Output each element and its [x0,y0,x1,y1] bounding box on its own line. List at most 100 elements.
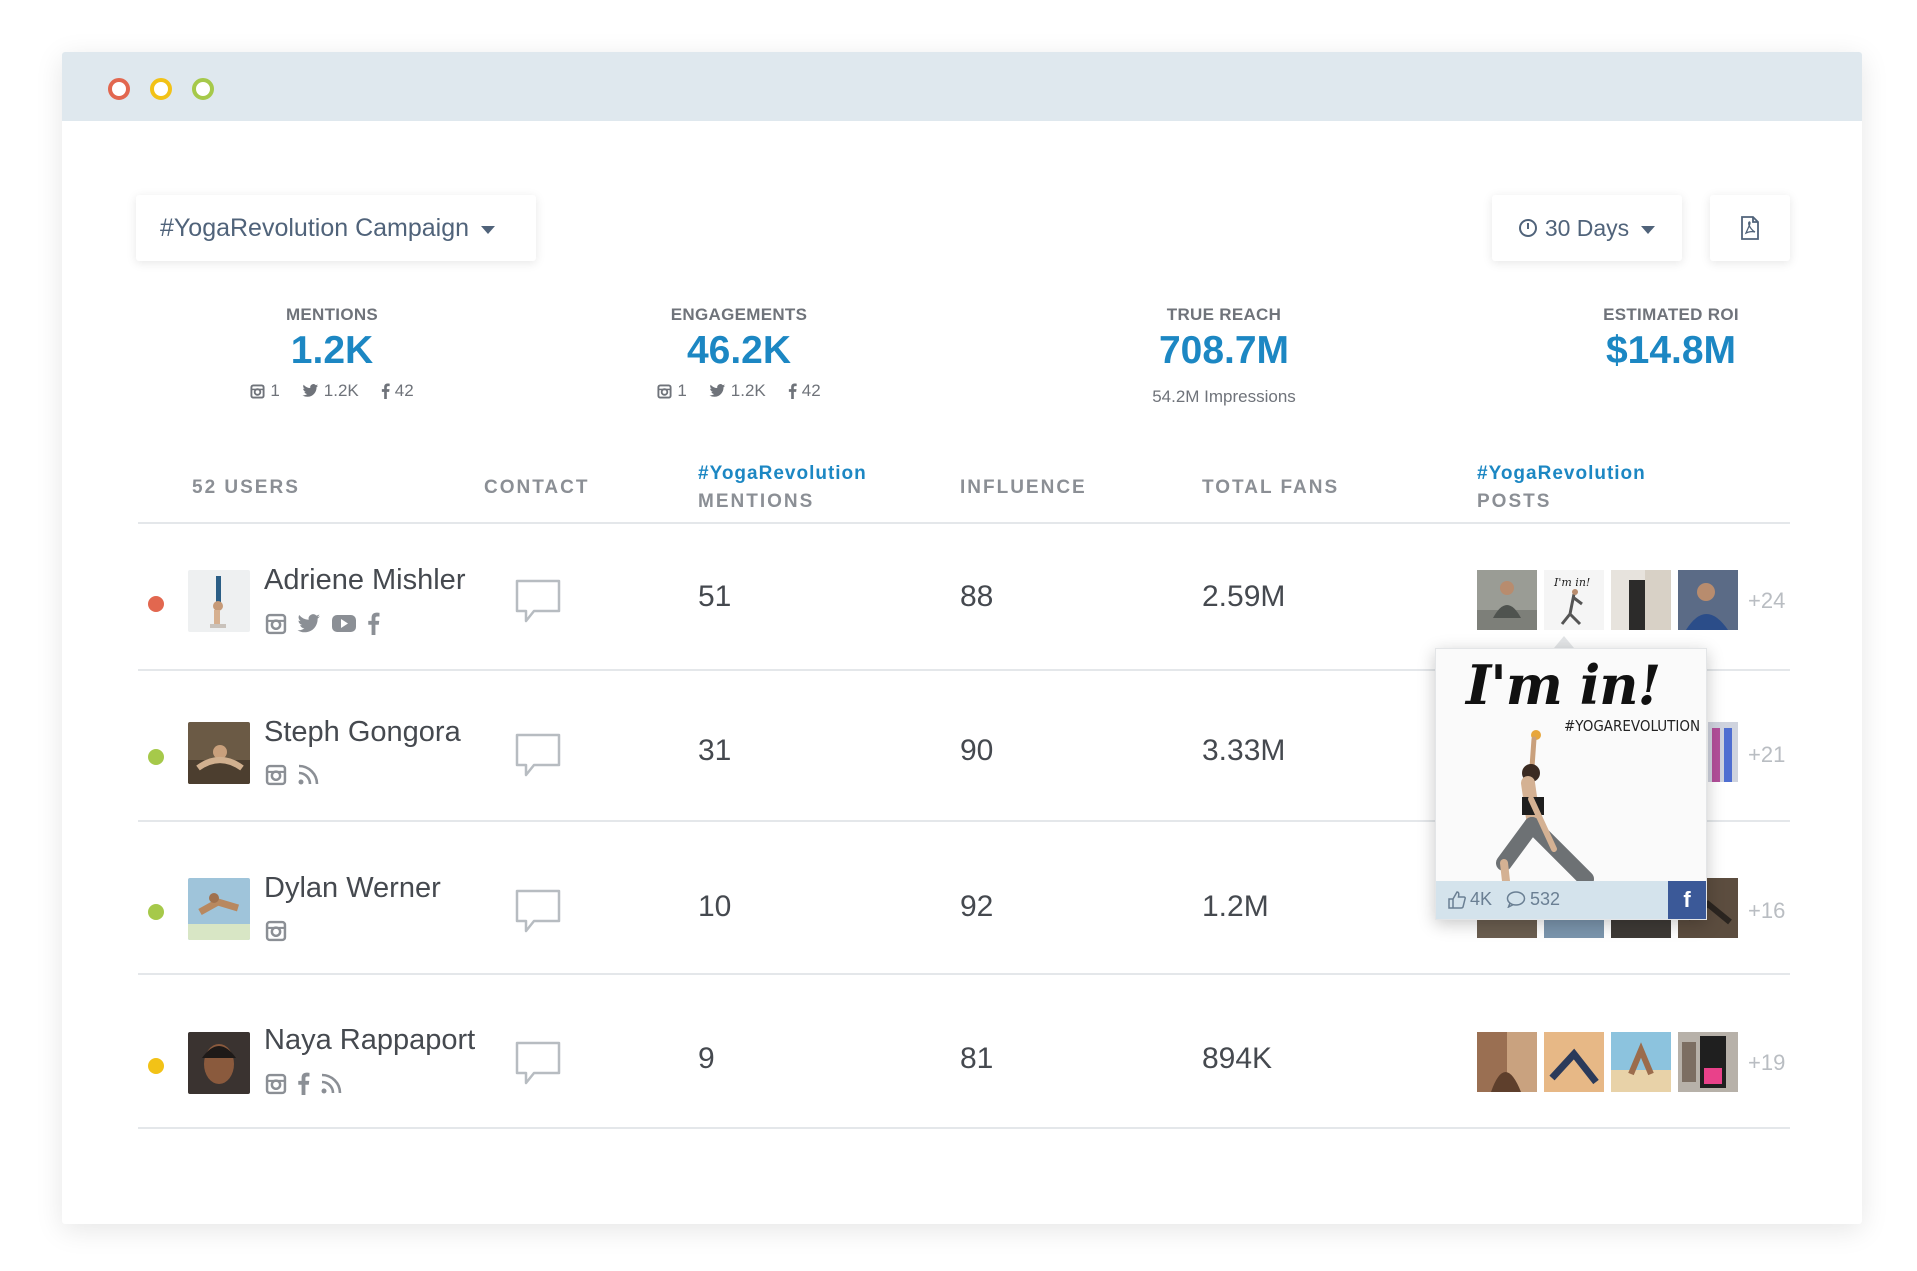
user-name[interactable]: Naya Rappaport [264,1024,475,1057]
influence-score: 90 [960,734,994,767]
export-pdf-button[interactable] [1710,195,1790,261]
rss-icon[interactable] [297,764,319,786]
instagram-icon[interactable] [265,1073,287,1095]
mentions-column-header[interactable]: #YogaRevolution MENTIONS [698,460,867,516]
date-range-dropdown[interactable]: 30 Days [1492,195,1682,261]
user-socials [265,764,319,786]
mentions-label: MENTIONS [698,491,815,512]
more-posts-count[interactable]: +16 [1748,898,1785,924]
instagram-count: 1 [270,381,280,400]
facebook-icon [788,383,797,399]
avatar[interactable] [188,878,250,940]
posts-column-header[interactable]: #YogaRevolution POSTS [1477,460,1646,516]
more-posts-count[interactable]: +24 [1748,588,1785,614]
post-thumbnail[interactable] [1477,1032,1537,1092]
twitter-count: 1.2K [730,381,766,400]
post-preview-popup[interactable]: I'm in! #YOGAREVOLUTION 4K 532 f [1435,648,1707,920]
posts-label: POSTS [1477,491,1552,512]
facebook-icon[interactable] [367,612,380,635]
rss-icon[interactable] [320,1073,342,1095]
avatar[interactable] [188,722,250,784]
stat-estimated-roi: ESTIMATED ROI $14.8M [1521,305,1821,373]
post-thumbnail[interactable] [1611,570,1671,630]
user-socials [265,1072,342,1095]
post-thumbnail[interactable] [1477,570,1537,630]
popup-engagement: 4K 532 [1448,889,1560,910]
facebook-count: 42 [394,381,414,400]
post-thumbnail[interactable] [1678,570,1738,630]
mentions-count: 31 [698,734,732,767]
chevron-down-icon [1641,225,1656,234]
popup-pointer [1554,636,1574,648]
instagram-icon[interactable] [265,920,287,942]
post-thumbnail[interactable] [1611,918,1671,938]
total-fans: 2.59M [1202,580,1286,613]
contact-speech-bubble-icon[interactable] [514,1040,562,1088]
stat-engagements: ENGAGEMENTS 46.2K 1 1.2K 42 [589,305,889,401]
mentions-count: 51 [698,580,732,613]
status-dot [148,596,164,612]
window-titlebar [62,52,1862,121]
post-thumbnail[interactable] [1477,918,1537,938]
twitter-icon[interactable] [297,613,321,634]
user-name[interactable]: Steph Gongora [264,716,461,749]
chevron-down-icon [481,225,496,234]
stat-value: 708.7M [1158,329,1290,372]
facebook-count: 42 [801,381,821,400]
instagram-count: 1 [677,381,687,400]
users-column-header[interactable]: 52 USERS [192,474,300,502]
influence-score: 81 [960,1042,994,1075]
status-dot [148,1058,164,1074]
user-name[interactable]: Dylan Werner [264,872,441,905]
row-divider [138,522,1790,524]
row-divider [138,1127,1790,1129]
contact-speech-bubble-icon[interactable] [514,888,562,936]
contact-speech-bubble-icon[interactable] [514,578,562,626]
post-thumbnail[interactable] [1544,918,1604,938]
status-dot [148,749,164,765]
stat-label: MENTIONS [285,305,379,324]
more-posts-count[interactable]: +21 [1748,742,1785,768]
campaign-label: #YogaRevolution Campaign [160,213,470,242]
facebook-icon[interactable]: f [1668,881,1706,919]
stat-true-reach: TRUE REACH 708.7M 54.2M Impressions [1074,305,1374,407]
post-thumbnail[interactable]: I'm in! [1544,570,1604,630]
yoga-figure [1496,730,1594,881]
thumbs-up-icon [1448,890,1466,909]
svg-text:I'm in!: I'm in! [1553,576,1590,589]
close-window-button[interactable] [108,78,130,100]
post-thumbnail[interactable] [1611,1032,1671,1092]
popup-image: I'm in! #YOGAREVOLUTION [1436,649,1706,881]
avatar[interactable] [188,570,250,632]
contact-column-header[interactable]: CONTACT [484,474,589,502]
stat-label: TRUE REACH [1166,305,1282,324]
post-thumbnail[interactable] [1678,1032,1738,1092]
post-thumbnail[interactable] [1708,722,1738,782]
twitter-icon [709,384,725,397]
avatar[interactable] [188,1032,250,1094]
maximize-window-button[interactable] [192,78,214,100]
clock-icon [1518,219,1537,237]
youtube-icon[interactable] [331,614,357,633]
minimize-window-button[interactable] [150,78,172,100]
instagram-icon[interactable] [265,764,287,786]
influence-score: 92 [960,890,994,923]
stat-breakdown: 1 1.2K 42 [589,381,889,401]
influence-column-header[interactable]: INFLUENCE [960,474,1087,502]
total-fans-column-header[interactable]: TOTAL FANS [1202,474,1339,502]
instagram-icon[interactable] [265,613,287,635]
user-socials [265,920,287,942]
contact-speech-bubble-icon[interactable] [514,732,562,780]
user-name[interactable]: Adriene Mishler [264,564,465,597]
twitter-icon [302,384,318,397]
facebook-icon[interactable] [297,1072,310,1095]
stat-value: $14.8M [1605,329,1737,372]
campaign-dropdown[interactable]: #YogaRevolution Campaign [136,195,536,261]
browser-window: #YogaRevolution Campaign 30 Days MENTION… [62,52,1862,1224]
post-thumbnail[interactable] [1544,1032,1604,1092]
stat-mentions: MENTIONS 1.2K 1 1.2K 42 [182,305,482,401]
more-posts-count[interactable]: +19 [1748,1050,1785,1076]
likes-count: 4K [1470,889,1493,909]
stat-value: 1.2K [290,329,374,372]
stat-value: 46.2K [686,329,792,372]
